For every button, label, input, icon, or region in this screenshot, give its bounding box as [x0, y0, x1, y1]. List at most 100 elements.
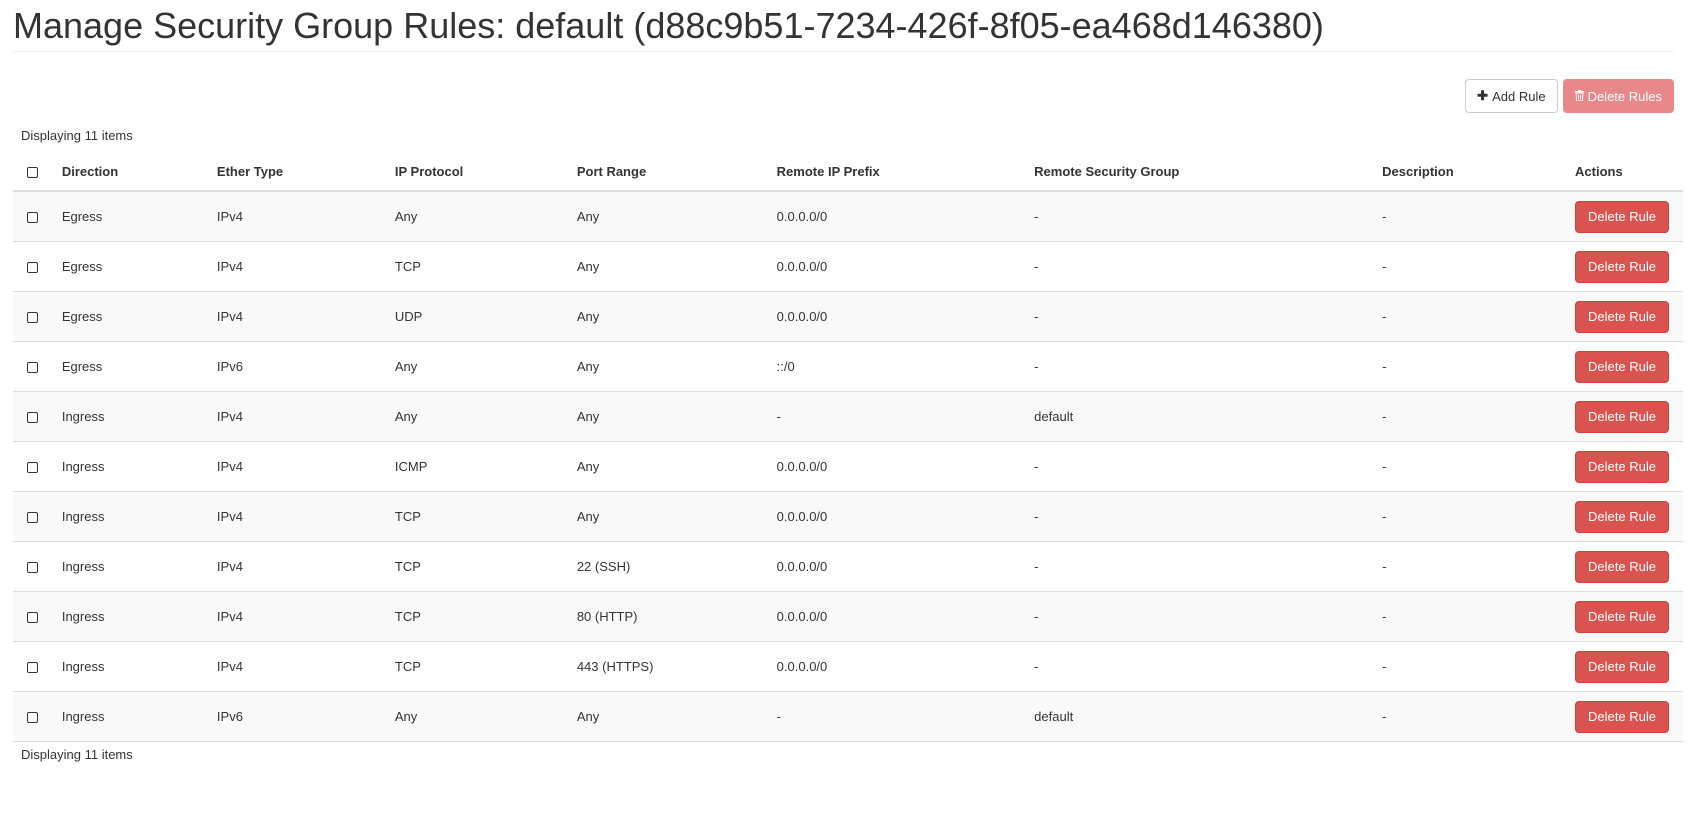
actions-cell: Delete Rule [1567, 391, 1683, 442]
actions-cell: Delete Rule [1567, 441, 1683, 492]
port-range-cell: Any [568, 491, 769, 542]
row-select-cell [13, 441, 54, 492]
ip-protocol-cell: TCP [386, 641, 569, 692]
description-cell: - [1374, 241, 1568, 292]
row-checkbox[interactable] [27, 712, 38, 724]
add-rule-label: Add Rule [1492, 88, 1546, 104]
column-header-description[interactable]: Description [1374, 152, 1568, 192]
table-row: Egress IPv6 Any Any::/0- - Delete Rule [13, 341, 1683, 392]
description-cell: - [1374, 691, 1568, 742]
row-checkbox[interactable] [27, 562, 38, 574]
add-rule-button[interactable]: ✚ Add Rule [1465, 79, 1558, 113]
delete-rules-button[interactable]: Delete Rules [1562, 79, 1674, 113]
row-checkbox[interactable] [27, 612, 38, 624]
port-range-cell: Any [568, 691, 769, 742]
table-body: Egress IPv4 Any Any 0.0.0.0/0- - Delete Rule Eg… [13, 191, 1683, 742]
actions-cell: Delete Rule [1567, 591, 1683, 642]
ip-protocol-cell: Any [386, 341, 569, 392]
ip-protocol-cell: ICMP [386, 441, 569, 492]
remote-ip-prefix-cell: 0.0.0.0/0 [768, 491, 1027, 542]
remote-ip-prefix-cell: 0.0.0.0/0 [768, 591, 1027, 642]
row-checkbox[interactable] [27, 362, 38, 374]
row-select-cell [13, 241, 54, 292]
row-checkbox[interactable] [27, 312, 38, 324]
remote-security-group-cell: - [1026, 341, 1375, 392]
row-checkbox[interactable] [27, 412, 38, 424]
row-checkbox[interactable] [27, 212, 38, 224]
trash-icon [1574, 89, 1584, 104]
delete-rule-button[interactable]: Delete Rule [1575, 550, 1669, 583]
remote-security-group-cell: default [1026, 691, 1375, 742]
direction-cell: Ingress [53, 591, 209, 642]
remote-ip-prefix-cell: - [768, 391, 1027, 442]
delete-rule-button[interactable]: Delete Rule [1575, 300, 1669, 333]
delete-rule-button[interactable]: Delete Rule [1575, 650, 1669, 683]
actions-cell: Delete Rule [1567, 291, 1683, 342]
page: Manage Security Group Rules: default (d8… [0, 0, 1687, 813]
ip-protocol-cell: TCP [386, 491, 569, 542]
column-header-direction[interactable]: Direction [53, 152, 209, 192]
table-row: Egress IPv4 TCP Any 0.0.0.0/0- - Delete Rule [13, 241, 1683, 292]
actions-cell: Delete Rule [1567, 341, 1683, 392]
ether-type-cell: IPv6 [208, 691, 387, 742]
delete-rule-button[interactable]: Delete Rule [1575, 700, 1669, 733]
column-header-ip-protocol[interactable]: IP Protocol [386, 152, 569, 192]
page-header: Manage Security Group Rules: default (d8… [13, 0, 1674, 52]
description-cell: - [1374, 641, 1568, 692]
direction-cell: Ingress [53, 541, 209, 592]
ip-protocol-cell: Any [386, 691, 569, 742]
ether-type-cell: IPv4 [208, 441, 387, 492]
table-toolbar: ✚ Add Rule Delete Rules [13, 52, 1674, 130]
actions-cell: Delete Rule [1567, 491, 1683, 542]
ip-protocol-cell: TCP [386, 241, 569, 292]
delete-rule-button[interactable]: Delete Rule [1575, 250, 1669, 283]
column-header-port-range[interactable]: Port Range [568, 152, 769, 192]
remote-ip-prefix-cell: 0.0.0.0/0 [768, 541, 1027, 592]
table-header-row: Direction Ether Type IP Protocol Port Ra… [13, 152, 1683, 192]
row-checkbox[interactable] [27, 462, 38, 474]
actions-cell: Delete Rule [1567, 691, 1683, 742]
page-title: Manage Security Group Rules: default (d8… [13, 5, 1324, 46]
ether-type-cell: IPv4 [208, 241, 387, 292]
remote-security-group-cell: - [1026, 641, 1375, 692]
description-cell: - [1374, 191, 1568, 242]
row-checkbox[interactable] [27, 262, 38, 274]
ether-type-cell: IPv4 [208, 291, 387, 342]
remote-ip-prefix-cell: 0.0.0.0/0 [768, 641, 1027, 692]
remote-ip-prefix-cell: 0.0.0.0/0 [768, 441, 1027, 492]
remote-security-group-cell: - [1026, 191, 1375, 242]
delete-rule-button[interactable]: Delete Rule [1575, 600, 1669, 633]
row-select-cell [13, 341, 54, 392]
remote-ip-prefix-cell: ::/0 [768, 341, 1027, 392]
security-group-rules-table: Direction Ether Type IP Protocol Port Ra… [13, 152, 1683, 742]
ip-protocol-cell: Any [386, 191, 569, 242]
row-checkbox[interactable] [27, 662, 38, 674]
select-all-checkbox[interactable] [27, 166, 38, 178]
table-row: Ingress IPv6 Any Any - default - Delete Rule [13, 691, 1683, 742]
ether-type-cell: IPv6 [208, 341, 387, 392]
delete-rule-button[interactable]: Delete Rule [1575, 450, 1669, 483]
port-range-cell: Any [568, 391, 769, 442]
column-header-remote-security-group[interactable]: Remote Security Group [1026, 152, 1375, 192]
port-range-cell: 22 (SSH) [568, 541, 769, 592]
trash-icon-svg [1574, 89, 1584, 101]
column-header-ether-type[interactable]: Ether Type [208, 152, 387, 192]
ip-protocol-cell: Any [386, 391, 569, 442]
column-header-remote-ip-prefix[interactable]: Remote IP Prefix [768, 152, 1027, 192]
ether-type-cell: IPv4 [208, 491, 387, 542]
port-range-cell: Any [568, 241, 769, 292]
ip-protocol-cell: UDP [386, 291, 569, 342]
port-range-cell: Any [568, 341, 769, 392]
port-range-cell: 443 (HTTPS) [568, 641, 769, 692]
delete-rule-button[interactable]: Delete Rule [1575, 350, 1669, 383]
ether-type-cell: IPv4 [208, 641, 387, 692]
row-select-cell [13, 391, 54, 442]
delete-rule-button[interactable]: Delete Rule [1575, 200, 1669, 233]
remote-security-group-cell: - [1026, 241, 1375, 292]
row-checkbox[interactable] [27, 512, 38, 524]
remote-security-group-cell: - [1026, 541, 1375, 592]
delete-rule-button[interactable]: Delete Rule [1575, 500, 1669, 533]
table-row: Egress IPv4 UDP Any 0.0.0.0/0- - Delete Rule [13, 291, 1683, 342]
remote-ip-prefix-cell: 0.0.0.0/0 [768, 291, 1027, 342]
delete-rule-button[interactable]: Delete Rule [1575, 400, 1669, 433]
